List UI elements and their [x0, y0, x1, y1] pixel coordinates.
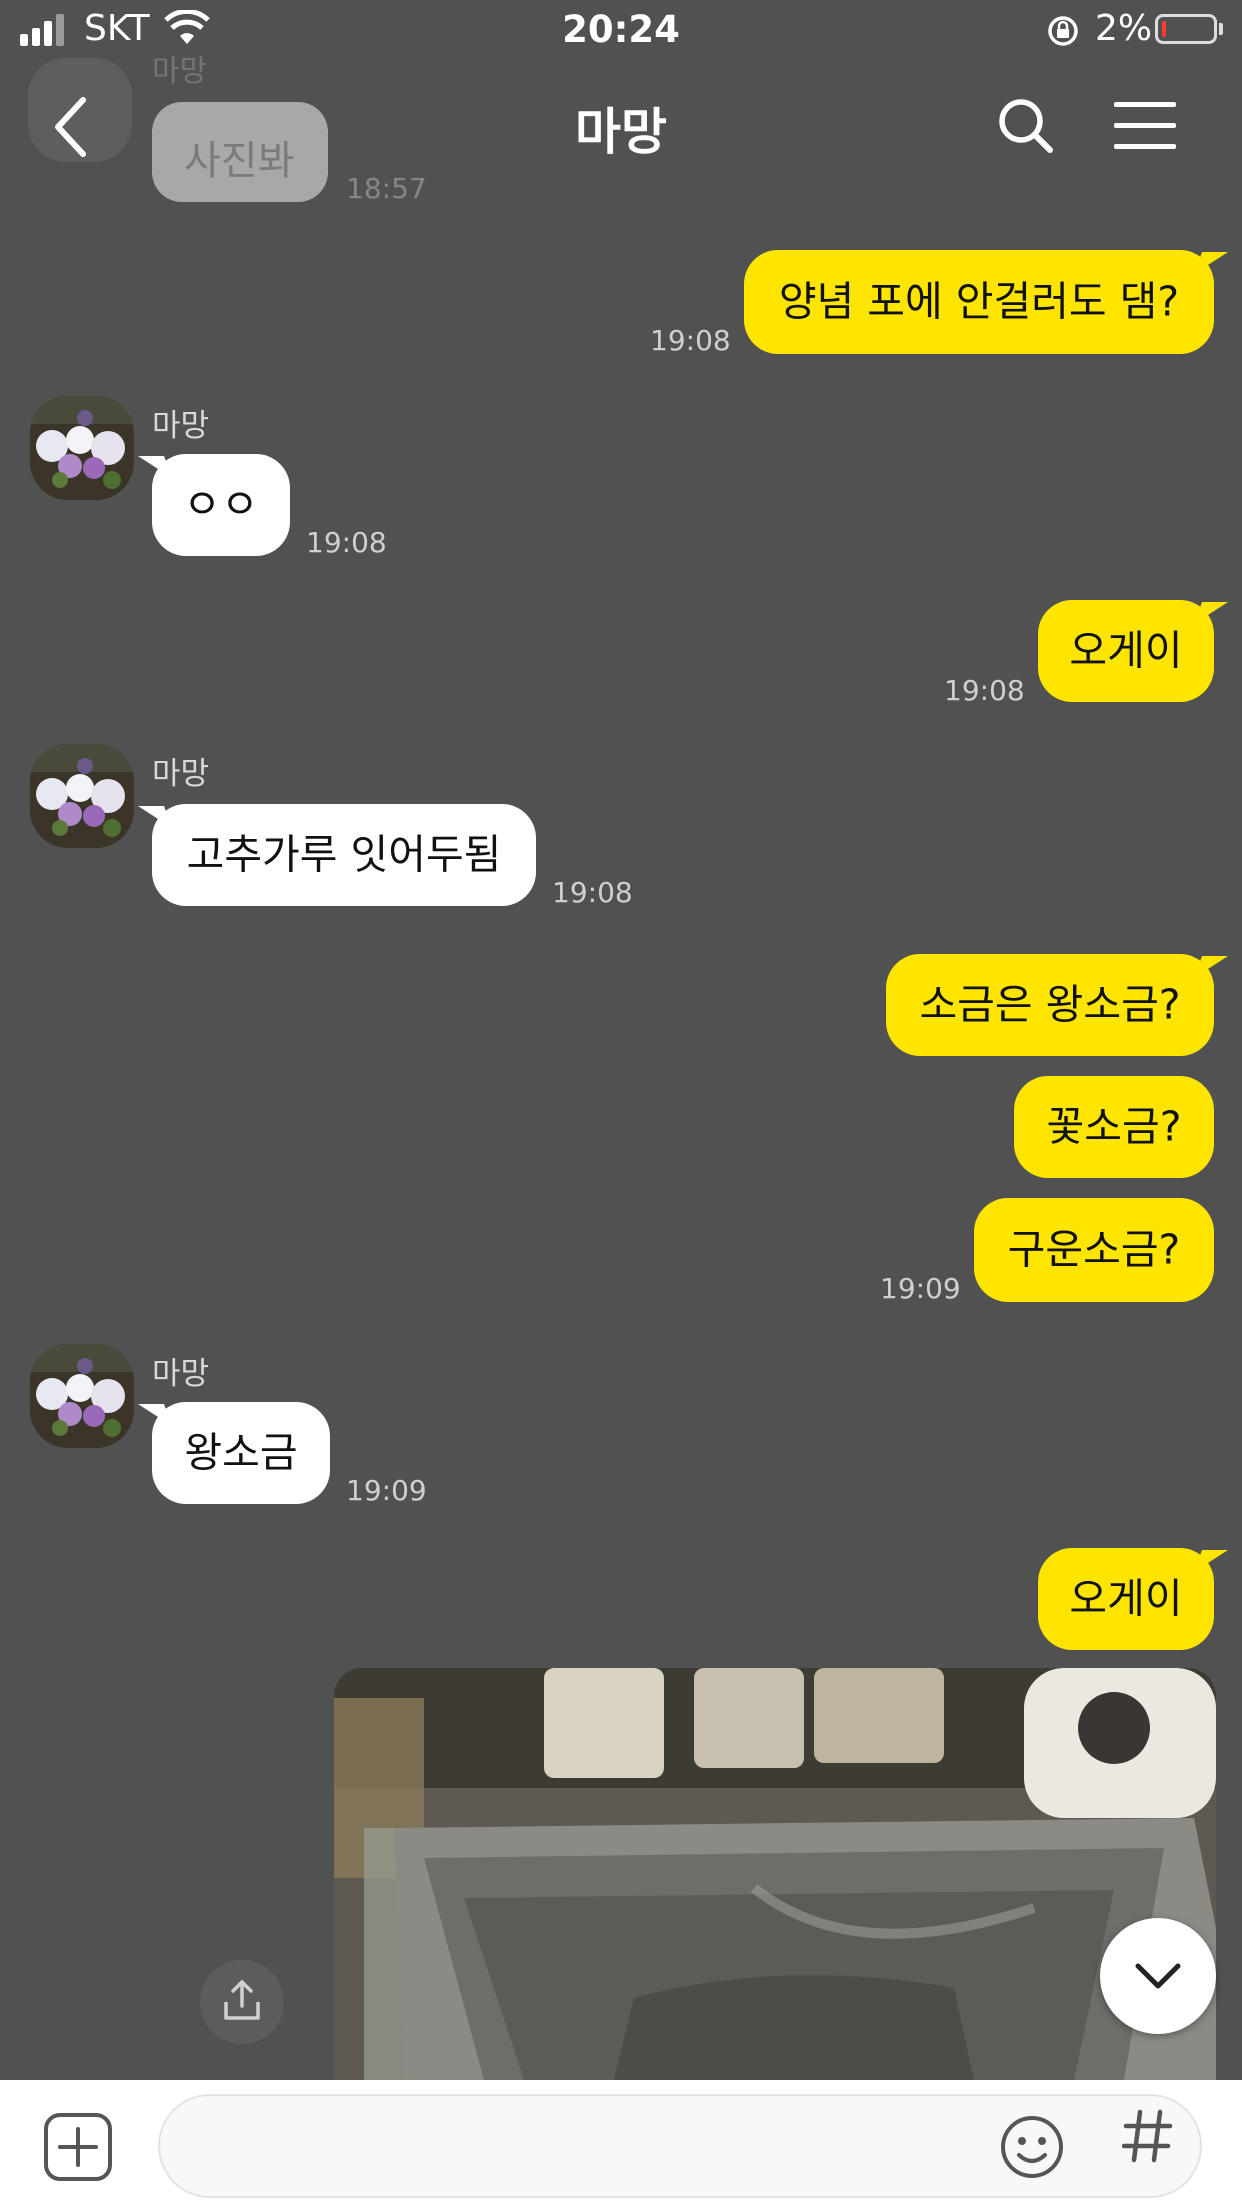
message-time: 19:09: [880, 1272, 961, 1305]
avatar[interactable]: [30, 1344, 134, 1448]
photo-metal-container: [334, 1668, 1216, 2080]
menu-button[interactable]: [1114, 100, 1178, 154]
emoji-icon: [1001, 2116, 1063, 2178]
my-message-bubble[interactable]: 꽃소금?: [1014, 1076, 1214, 1178]
sender-name: 마망: [152, 1356, 210, 1392]
message-time: 19:08: [650, 324, 731, 357]
rotation-lock-icon: [1048, 16, 1078, 46]
message-text: 소금은 왕소금?: [919, 980, 1181, 1029]
my-message-bubble[interactable]: 양념 포에 안걸러도 댐?: [744, 250, 1214, 354]
sender-name: 마망: [152, 408, 210, 444]
share-icon: [224, 1980, 260, 2020]
search-button[interactable]: [996, 96, 1056, 160]
message-time: 19:08: [944, 674, 1025, 707]
photo-message[interactable]: [334, 1668, 1216, 2080]
message-text: 왕소금: [184, 1428, 298, 1477]
message-text: 오게이: [1069, 1574, 1183, 1623]
avatar[interactable]: [30, 396, 134, 500]
add-button[interactable]: [42, 2111, 114, 2183]
message-text: ㅇㅇ: [183, 480, 259, 529]
search-icon: [999, 99, 1053, 153]
my-message-bubble[interactable]: 구운소금?: [974, 1198, 1214, 1302]
hash-icon: [1121, 2109, 1173, 2163]
chevron-down-icon: [1135, 1963, 1181, 1989]
emoji-button[interactable]: [998, 2113, 1066, 2181]
scroll-to-bottom-button[interactable]: [1100, 1918, 1216, 2034]
message-text: 고추가루 잇어두됨: [186, 830, 502, 879]
hash-button[interactable]: [1121, 2108, 1174, 2179]
my-message-bubble[interactable]: 소금은 왕소금?: [886, 954, 1214, 1056]
share-button[interactable]: [200, 1960, 284, 2044]
message-time: 19:08: [306, 526, 387, 559]
partial-sender-name: 마망: [152, 54, 208, 89]
flower-avatar-image: [30, 744, 134, 848]
other-message-bubble[interactable]: 고추가루 잇어두됨: [152, 804, 536, 906]
battery-tip: [1219, 23, 1223, 35]
add-icon: [44, 2113, 112, 2181]
other-message-bubble[interactable]: ㅇㅇ: [152, 454, 290, 556]
message-time: 19:08: [552, 876, 633, 909]
message-text: 양념 포에 안걸러도 댐?: [778, 277, 1180, 326]
menu-icon: [1114, 102, 1176, 149]
battery-low-icon: [1155, 14, 1217, 44]
my-message-bubble[interactable]: 오게이: [1038, 1548, 1214, 1650]
sender-name: 마망: [152, 756, 210, 792]
my-message-bubble[interactable]: 오게이: [1038, 600, 1214, 702]
flower-avatar-image: [30, 1344, 134, 1448]
message-time: 19:09: [346, 1474, 427, 1507]
message-text: 오게이: [1069, 626, 1183, 675]
message-text: 꽃소금?: [1046, 1102, 1182, 1151]
flower-avatar-image: [30, 396, 134, 500]
battery-percent: 2%: [1095, 8, 1153, 49]
avatar[interactable]: [30, 744, 134, 848]
partial-message-time: 18:57: [346, 172, 427, 205]
message-text: 구운소금?: [1007, 1225, 1181, 1274]
other-message-bubble[interactable]: 왕소금: [152, 1402, 330, 1504]
